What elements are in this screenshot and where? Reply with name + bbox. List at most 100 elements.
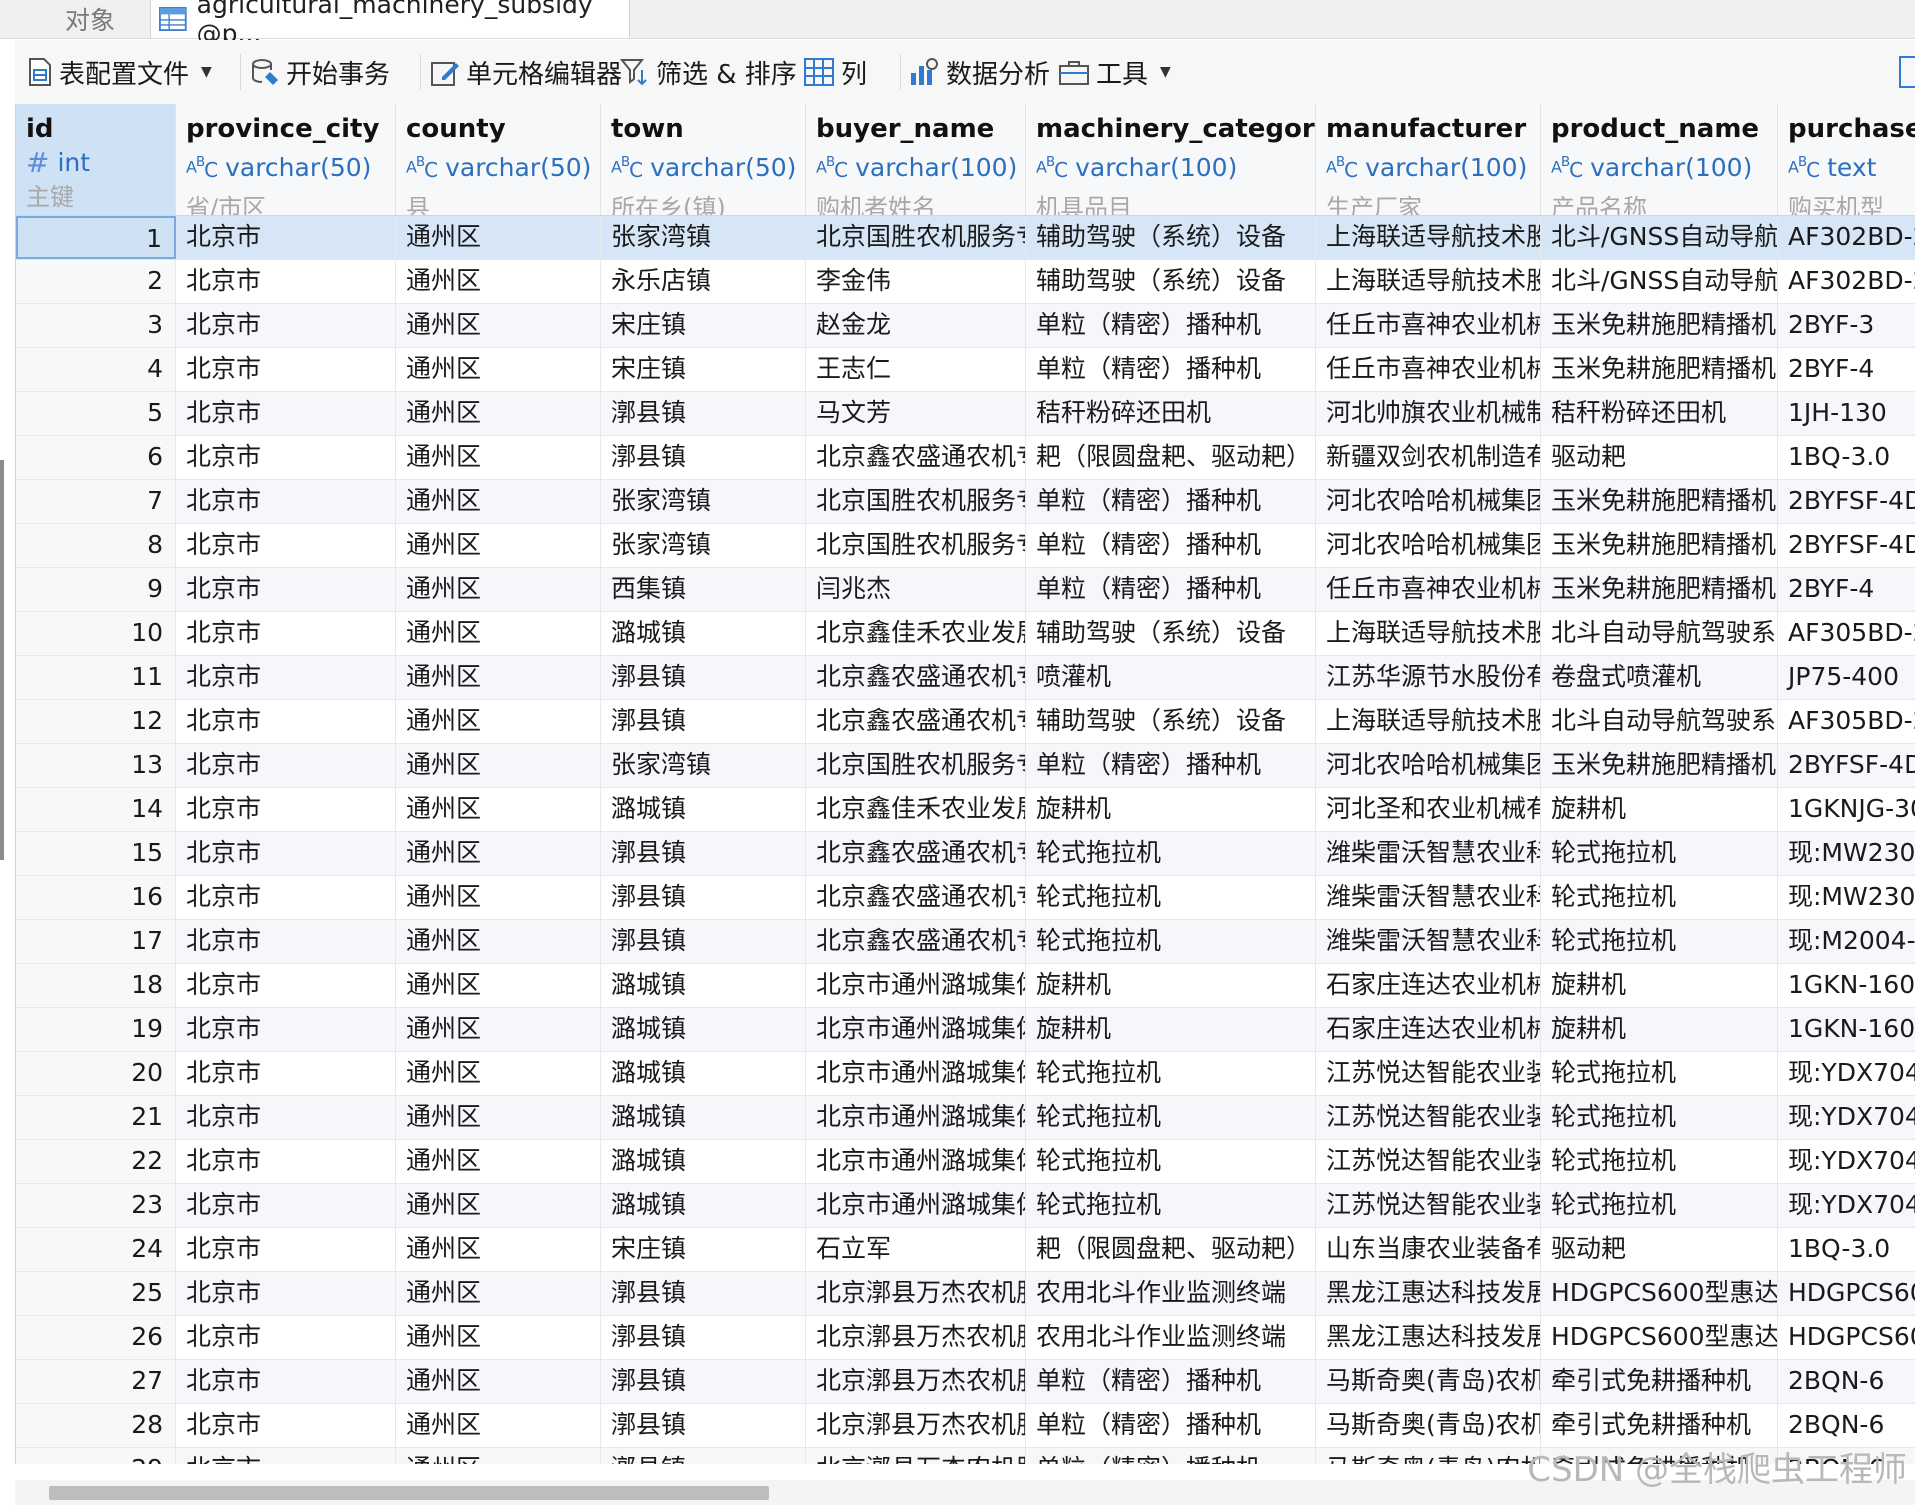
cell-id[interactable]: 23 [16, 1184, 176, 1227]
cell-machinery_category[interactable]: 单粒（精密）播种机 [1026, 1360, 1316, 1403]
table-row[interactable]: 9 北京市 通州区 西集镇 闫兆杰 单粒（精密）播种机 任丘市喜神农业机械 玉米免耕施肥精播机… [16, 568, 1915, 612]
column-header-machinery_category[interactable]: machinery_category ABC varchar(100) 机具品目 [1026, 104, 1316, 215]
table-row[interactable]: 25 北京市 通州区 漷县镇 北京漷县万杰农机服 农用北斗作业监测终端 黑龙江惠达科技发展 H… [16, 1272, 1915, 1316]
cell-town[interactable]: 潞城镇 [601, 612, 806, 655]
cell-province_city[interactable]: 北京市 [176, 1448, 396, 1464]
cell-purchase[interactable]: AF305BD-2 [1778, 700, 1915, 743]
cell-county[interactable]: 通州区 [396, 744, 601, 787]
cell-manufacturer[interactable]: 上海联适导航技术股 [1316, 260, 1541, 303]
cell-buyer_name[interactable]: 北京漷县万杰农机服 [806, 1360, 1026, 1403]
cell-product_name[interactable]: 旋耕机 [1541, 964, 1778, 1007]
cell-id[interactable]: 28 [16, 1404, 176, 1447]
cell-purchase[interactable]: 1BQ-3.0 [1778, 1228, 1915, 1271]
cell-manufacturer[interactable]: 潍柴雷沃智慧农业科 [1316, 876, 1541, 919]
cell-province_city[interactable]: 北京市 [176, 1360, 396, 1403]
cell-manufacturer[interactable]: 河北帅旗农业机械制 [1316, 392, 1541, 435]
cell-province_city[interactable]: 北京市 [176, 656, 396, 699]
cell-id[interactable]: 6 [16, 436, 176, 479]
table-row[interactable]: 16 北京市 通州区 漷县镇 北京鑫农盛通农机专 轮式拖拉机 潍柴雷沃智慧农业科 轮式拖拉机现… [16, 876, 1915, 920]
cell-manufacturer[interactable]: 山东当康农业装备有 [1316, 1228, 1541, 1271]
cell-province_city[interactable]: 北京市 [176, 568, 396, 611]
cell-id[interactable]: 27 [16, 1360, 176, 1403]
cell-county[interactable]: 通州区 [396, 348, 601, 391]
cell-buyer_name[interactable]: 北京市通州潞城集体 [806, 1096, 1026, 1139]
cell-province_city[interactable]: 北京市 [176, 700, 396, 743]
cell-machinery_category[interactable]: 辅助驾驶（系统）设备 [1026, 260, 1316, 303]
cell-id[interactable]: 7 [16, 480, 176, 523]
cell-province_city[interactable]: 北京市 [176, 1052, 396, 1095]
cell-county[interactable]: 通州区 [396, 612, 601, 655]
cell-county[interactable]: 通州区 [396, 1316, 601, 1359]
cell-buyer_name[interactable]: 北京鑫佳禾农业发展 [806, 788, 1026, 831]
cell-county[interactable]: 通州区 [396, 1184, 601, 1227]
tab-table-data[interactable]: agricultural_machinery_subsidy @p... [150, 0, 630, 48]
cell-manufacturer[interactable]: 任丘市喜神农业机械 [1316, 348, 1541, 391]
cell-manufacturer[interactable]: 潍柴雷沃智慧农业科 [1316, 832, 1541, 875]
cell-town[interactable]: 漷县镇 [601, 832, 806, 875]
cell-county[interactable]: 通州区 [396, 1008, 601, 1051]
result-grid[interactable]: id # int 主键 province_city ABC varchar(50) 省/市区 c… [15, 104, 1915, 1464]
column-header-buyer_name[interactable]: buyer_name ABC varchar(100) 购机者姓名 [806, 104, 1026, 215]
cell-county[interactable]: 通州区 [396, 964, 601, 1007]
cell-town[interactable]: 潞城镇 [601, 1008, 806, 1051]
cell-product_name[interactable]: 玉米免耕施肥精播机 [1541, 304, 1778, 347]
cell-purchase[interactable]: 2BYFSF-4D [1778, 480, 1915, 523]
cell-product_name[interactable]: 牵引式免耕播种机 [1541, 1404, 1778, 1447]
cell-id[interactable]: 22 [16, 1140, 176, 1183]
cell-product_name[interactable]: 玉米免耕施肥精播机 [1541, 524, 1778, 567]
cell-product_name[interactable]: HDGPCS600型惠达北 [1541, 1272, 1778, 1315]
cell-county[interactable]: 通州区 [396, 216, 601, 259]
table-row[interactable]: 2 北京市 通州区 永乐店镇 李金伟 辅助驾驶（系统）设备 上海联适导航技术股 北斗/GNSS… [16, 260, 1915, 304]
cell-machinery_category[interactable]: 单粒（精密）播种机 [1026, 480, 1316, 523]
cell-purchase[interactable]: AF305BD-2 [1778, 612, 1915, 655]
cell-county[interactable]: 通州区 [396, 568, 601, 611]
cell-purchase[interactable]: 现:YDX704 [1778, 1140, 1915, 1183]
cell-town[interactable]: 潞城镇 [601, 964, 806, 1007]
cell-purchase[interactable]: 2BYFSF-4D [1778, 744, 1915, 787]
cell-buyer_name[interactable]: 北京市通州潞城集体 [806, 1140, 1026, 1183]
cell-province_city[interactable]: 北京市 [176, 1272, 396, 1315]
cell-purchase[interactable]: 1GKNJG-30 [1778, 788, 1915, 831]
cell-town[interactable]: 永乐店镇 [601, 260, 806, 303]
cell-product_name[interactable]: 轮式拖拉机 [1541, 1052, 1778, 1095]
cell-county[interactable]: 通州区 [396, 524, 601, 567]
cell-manufacturer[interactable]: 黑龙江惠达科技发展 [1316, 1272, 1541, 1315]
cell-county[interactable]: 通州区 [396, 1404, 601, 1447]
cell-product_name[interactable]: 轮式拖拉机 [1541, 832, 1778, 875]
cell-province_city[interactable]: 北京市 [176, 1184, 396, 1227]
table-row[interactable]: 10 北京市 通州区 潞城镇 北京鑫佳禾农业发展 辅助驾驶（系统）设备 上海联适导航技术股北… [16, 612, 1915, 656]
cell-id[interactable]: 14 [16, 788, 176, 831]
cell-product_name[interactable]: 旋耕机 [1541, 788, 1778, 831]
cell-county[interactable]: 通州区 [396, 1140, 601, 1183]
cell-town[interactable]: 漷县镇 [601, 1448, 806, 1464]
cell-buyer_name[interactable]: 北京鑫佳禾农业发展 [806, 612, 1026, 655]
cell-machinery_category[interactable]: 轮式拖拉机 [1026, 1184, 1316, 1227]
table-row[interactable]: 13 北京市 通州区 张家湾镇 北京国胜农机服务专 单粒（精密）播种机 河北农哈哈机械集团玉… [16, 744, 1915, 788]
cell-id[interactable]: 24 [16, 1228, 176, 1271]
cell-id[interactable]: 3 [16, 304, 176, 347]
cell-province_city[interactable]: 北京市 [176, 920, 396, 963]
cell-machinery_category[interactable]: 辅助驾驶（系统）设备 [1026, 216, 1316, 259]
cell-county[interactable]: 通州区 [396, 920, 601, 963]
cell-province_city[interactable]: 北京市 [176, 348, 396, 391]
cell-manufacturer[interactable]: 任丘市喜神农业机械 [1316, 304, 1541, 347]
cell-buyer_name[interactable]: 北京市通州潞城集体 [806, 1184, 1026, 1227]
cell-manufacturer[interactable]: 江苏悦达智能农业装 [1316, 1184, 1541, 1227]
table-row[interactable]: 22 北京市 通州区 潞城镇 北京市通州潞城集体 轮式拖拉机 江苏悦达智能农业装 轮式拖拉机现… [16, 1140, 1915, 1184]
cell-buyer_name[interactable]: 北京国胜农机服务专 [806, 744, 1026, 787]
cell-county[interactable]: 通州区 [396, 436, 601, 479]
cell-buyer_name[interactable]: 石立军 [806, 1228, 1026, 1271]
cell-county[interactable]: 通州区 [396, 832, 601, 875]
cell-machinery_category[interactable]: 辅助驾驶（系统）设备 [1026, 612, 1316, 655]
cell-id[interactable]: 26 [16, 1316, 176, 1359]
cell-town[interactable]: 漷县镇 [601, 392, 806, 435]
cell-machinery_category[interactable]: 轮式拖拉机 [1026, 1052, 1316, 1095]
cell-product_name[interactable]: HDGPCS600型惠达北 [1541, 1316, 1778, 1359]
cell-province_city[interactable]: 北京市 [176, 1140, 396, 1183]
cell-manufacturer[interactable]: 江苏悦达智能农业装 [1316, 1096, 1541, 1139]
cell-buyer_name[interactable]: 北京鑫农盛通农机专 [806, 832, 1026, 875]
cell-id[interactable]: 13 [16, 744, 176, 787]
cell-buyer_name[interactable]: 北京漷县万杰农机服 [806, 1404, 1026, 1447]
cell-purchase[interactable]: 现:YDX704 [1778, 1096, 1915, 1139]
cell-machinery_category[interactable]: 旋耕机 [1026, 1008, 1316, 1051]
